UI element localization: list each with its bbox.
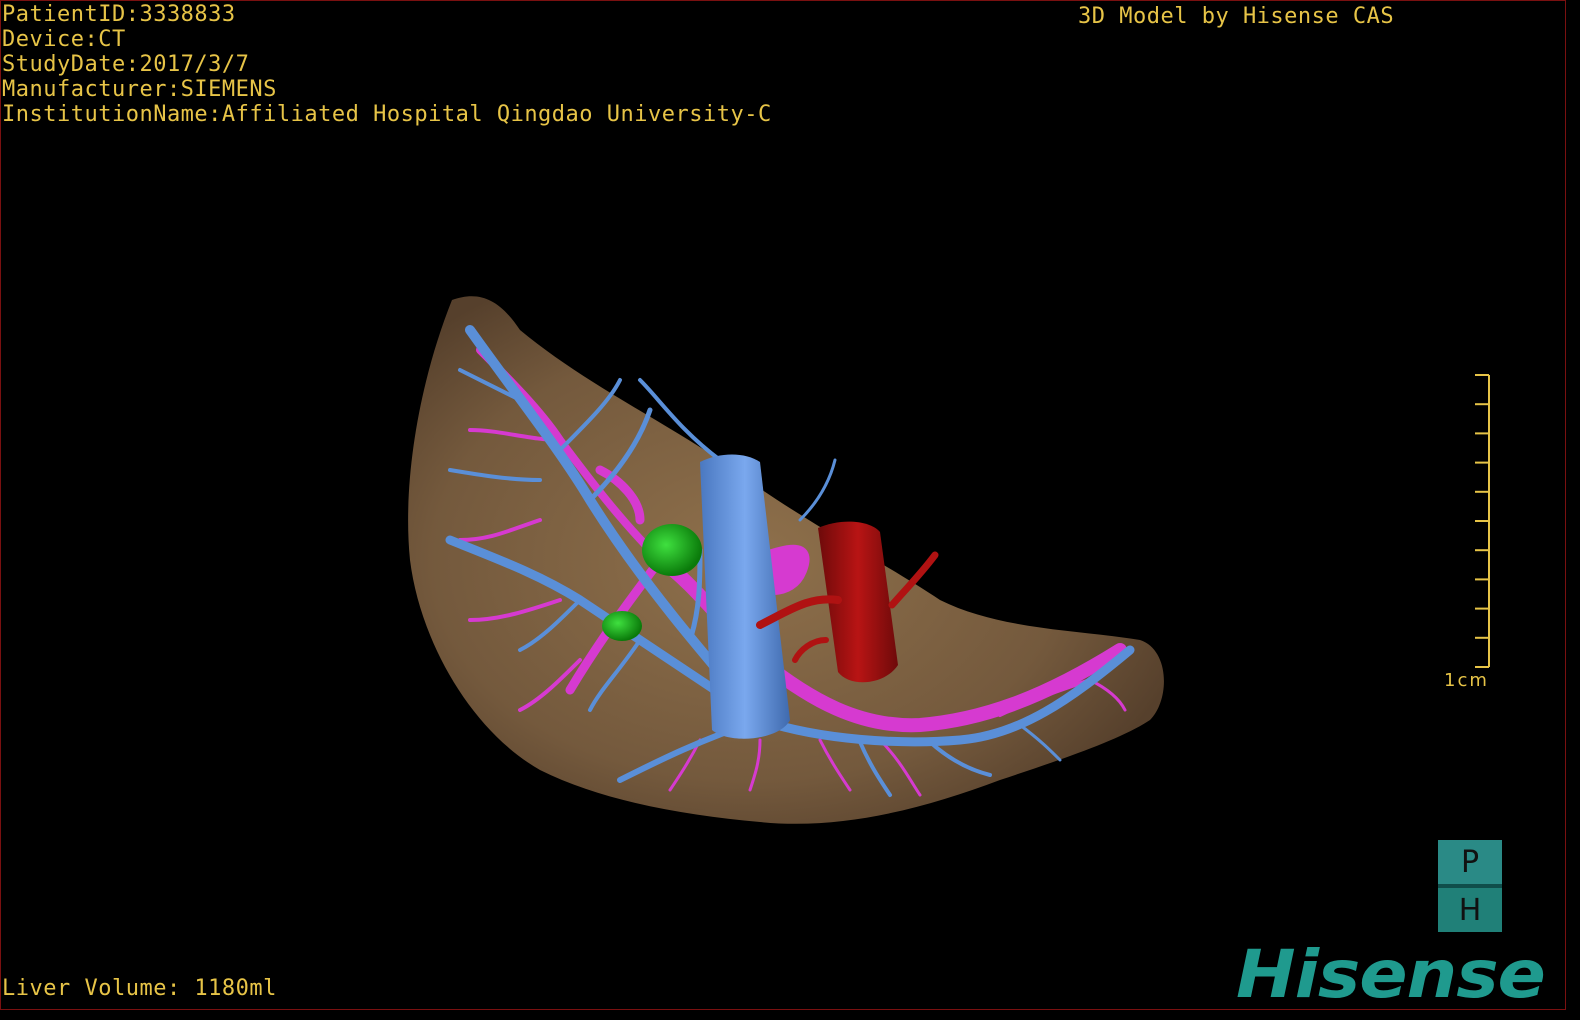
manufacturer-text: Manufacturer:SIEMENS [2, 77, 277, 102]
hisense-logo: Hisense [1236, 936, 1546, 1013]
liver-volume-text: Liver Volume: 1180ml [2, 976, 277, 1001]
scale-bar [1475, 374, 1490, 668]
study-date-text: StudyDate:2017/3/7 [2, 52, 250, 77]
3d-model-viewport[interactable] [0, 0, 1566, 1010]
lesion-lower [602, 611, 642, 641]
model-credit-text: 3D Model by Hisense CAS [1078, 4, 1395, 29]
orientation-face-bottom: H [1438, 884, 1502, 932]
orientation-cube[interactable]: P H [1438, 840, 1502, 932]
patient-info-overlay: PatientID:3338833 Device:CT StudyDate:20… [2, 2, 772, 127]
patient-id-text: PatientID:3338833 [2, 2, 236, 27]
institution-text: InstitutionName:Affiliated Hospital Qing… [2, 102, 772, 127]
orientation-face-top: P [1438, 840, 1502, 884]
scale-label: 1cm [1444, 670, 1489, 691]
device-text: Device:CT [2, 27, 126, 52]
lesion-upper [642, 524, 702, 576]
